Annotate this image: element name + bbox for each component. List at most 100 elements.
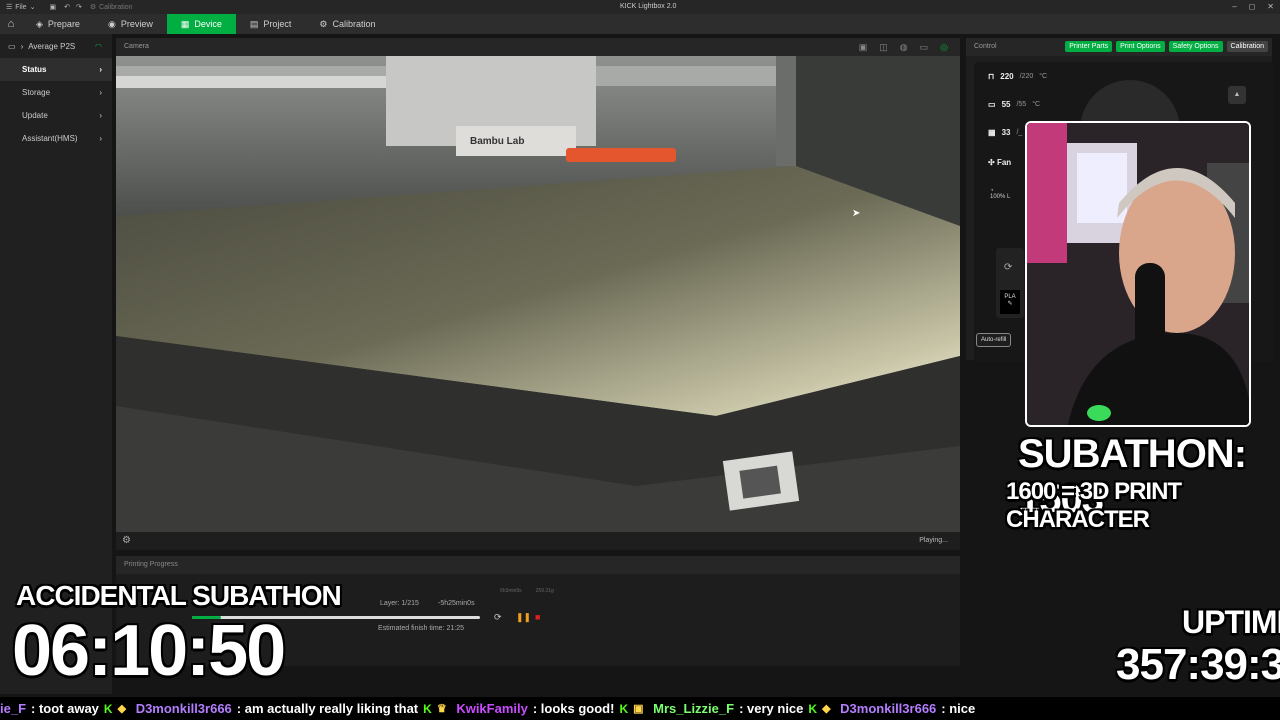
- chamber-temp[interactable]: ▦ 33/_: [988, 128, 1022, 137]
- auto-refill-button[interactable]: Auto-refill: [976, 333, 1012, 347]
- camera-status: Playing...: [919, 537, 948, 544]
- filament-slot[interactable]: PLA ✎: [1000, 290, 1020, 314]
- print-time-stat: 6h3min9s: [500, 588, 522, 594]
- emote-icon: ♛: [436, 703, 447, 715]
- camera-online-icon[interactable]: ◎: [940, 38, 948, 56]
- chat-ticker: ie_F: toot away K ◆ D3monkill3r666: am act…: [0, 697, 1280, 720]
- sidebar-item-status[interactable]: Status ›: [0, 58, 112, 81]
- sidebar-item-assistant[interactable]: Assistant(HMS) ›: [0, 127, 112, 150]
- streamer-webcam: [1025, 121, 1251, 427]
- tab-device[interactable]: ▦ Device: [166, 14, 236, 34]
- speed-control[interactable]: ◔ 100% L: [990, 188, 1010, 200]
- subathon-timer: 06:10:50: [12, 611, 286, 691]
- chat-message: Mrs_Lizzie_F: very nice K ◆: [653, 701, 831, 716]
- printer-selector[interactable]: ▭ › Average P2S ◠: [0, 34, 112, 58]
- menu-icon: ☰: [6, 4, 13, 11]
- timelapse-icon[interactable]: ◍: [900, 38, 908, 56]
- project-icon: ▤: [249, 18, 259, 29]
- mouse-cursor-icon: ➤: [852, 208, 861, 219]
- estimated-finish: Estimated finish time: 21:25: [378, 625, 464, 632]
- save-button[interactable]: ▣: [49, 3, 56, 11]
- chevron-right-icon: ›: [20, 41, 24, 51]
- prepare-icon: ◈: [36, 18, 43, 29]
- progress-header: Printing Progress: [116, 556, 960, 574]
- redo-button[interactable]: ↷: [76, 3, 82, 11]
- emote-icon: ◆: [117, 703, 127, 715]
- chamber-icon: ▦: [988, 128, 996, 137]
- close-button[interactable]: ✕: [1267, 2, 1274, 11]
- chevron-right-icon: ›: [99, 65, 102, 74]
- emote-icon: ◆: [822, 703, 831, 715]
- storage-camera-icon[interactable]: ▣: [859, 38, 868, 56]
- tab-prepare[interactable]: ◈ Prepare: [22, 14, 94, 34]
- maximize-button[interactable]: ◻: [1249, 2, 1256, 11]
- kick-icon: K: [423, 701, 432, 716]
- recording-icon[interactable]: ◫: [879, 38, 888, 56]
- minimize-button[interactable]: –: [1232, 2, 1236, 11]
- chevron-down-icon: ⌄: [29, 4, 36, 11]
- printer-icon: ▭: [8, 41, 16, 51]
- home-icon[interactable]: ⌂: [0, 18, 22, 30]
- preview-icon: ◉: [107, 18, 116, 29]
- emote-icon: ▣: [633, 703, 644, 715]
- fan-icon: ✣: [988, 158, 995, 167]
- camera-feed: Bambu Lab: [116, 56, 960, 532]
- device-icon: ▦: [180, 18, 190, 29]
- nozzle-temp[interactable]: ⊓ 220/220 °C: [988, 72, 1047, 81]
- bed-temp[interactable]: ▭ 55/55 °C: [988, 100, 1040, 109]
- uptime-value: 357:39:39: [1116, 640, 1280, 689]
- control-header: Control Printer Parts Print Options Safe…: [966, 38, 1272, 56]
- calibration-button[interactable]: Calibration: [1226, 41, 1268, 52]
- file-menu[interactable]: ☰ File ⌄: [6, 3, 36, 12]
- uptime-label: UPTIME: [1182, 604, 1280, 640]
- calibration-crumb[interactable]: ⚙ Calibration: [89, 3, 133, 12]
- safety-options-button[interactable]: Safety Options: [1168, 41, 1223, 52]
- printer-parts-button[interactable]: Printer Parts: [1065, 41, 1113, 52]
- stop-button[interactable]: ■: [535, 612, 540, 622]
- undo-button[interactable]: ↶: [64, 3, 70, 11]
- bed-icon: ▭: [988, 100, 996, 109]
- ams-slot[interactable]: ⟳ PLA ✎: [996, 248, 1024, 318]
- camera-image: Bambu Lab: [116, 56, 960, 532]
- subathon-label: ACCIDENTAL SUBATHON: [16, 580, 342, 611]
- chat-message: ie_F: toot away K ◆: [0, 701, 127, 716]
- undo-icon: ↶: [64, 4, 70, 11]
- kick-icon: K: [619, 701, 629, 716]
- sidebar-item-storage[interactable]: Storage ›: [0, 81, 112, 104]
- time-remaining: -5h25min0s: [438, 600, 475, 607]
- z-up-button[interactable]: ▲: [1228, 86, 1246, 104]
- sidebar-item-update[interactable]: Update ›: [0, 104, 112, 127]
- print-options-button[interactable]: Print Options: [1116, 41, 1165, 52]
- chat-message: D3monkill3r666: am actually really likin…: [135, 701, 447, 716]
- chat-message: D3monkill3r666: nice: [840, 701, 976, 716]
- camera-settings-icon[interactable]: ⚙: [122, 535, 131, 546]
- fan-control[interactable]: ✣ Fan: [988, 158, 1011, 167]
- tab-calibration[interactable]: ⚙ Calibration: [305, 14, 389, 34]
- tab-preview[interactable]: ◉ Preview: [94, 14, 167, 34]
- nozzle-icon: ⊓: [988, 72, 995, 81]
- edit-icon: ✎: [1007, 301, 1013, 307]
- camera-header: Camera ▣ ◫ ◍ ▭ ◎: [116, 38, 960, 56]
- kick-icon: K: [103, 701, 113, 716]
- wifi-icon: ◠: [95, 41, 102, 51]
- calibration-small-icon: ⚙: [89, 4, 97, 11]
- title-bar: ☰ File ⌄ ▣ ↶ ↷ ⚙ Calibration KICK Lightbox …: [0, 0, 1280, 14]
- brand-label: Bambu Lab: [470, 136, 524, 147]
- chevron-right-icon: ›: [99, 88, 102, 97]
- chat-message: KwikFamily: looks good! K ▣: [456, 701, 644, 716]
- video-icon[interactable]: ▭: [920, 38, 929, 56]
- refresh-icon[interactable]: ⟳: [494, 612, 502, 623]
- save-icon: ▣: [49, 4, 57, 11]
- refresh-icon: ⟳: [1004, 262, 1013, 273]
- main-nav: ⌂ ◈ Prepare ◉ Preview ▦ Device ▤ Project ⚙ Ca…: [0, 14, 1280, 34]
- print-weight-stat: 259.31g: [535, 588, 554, 594]
- pause-button[interactable]: ❚❚: [516, 612, 531, 623]
- window-title: KICK Lightbox 2.0: [620, 3, 677, 10]
- kick-icon: K: [808, 701, 818, 716]
- chevron-right-icon: ›: [99, 111, 102, 120]
- layer-count: Layer: 1/215: [380, 600, 419, 607]
- tab-project[interactable]: ▤ Project: [236, 14, 306, 34]
- chevron-right-icon: ›: [99, 134, 102, 143]
- subathon-goal: 1600 = 3D PRINT CHARACTER: [1006, 478, 1182, 533]
- calibration-icon: ⚙: [319, 18, 328, 29]
